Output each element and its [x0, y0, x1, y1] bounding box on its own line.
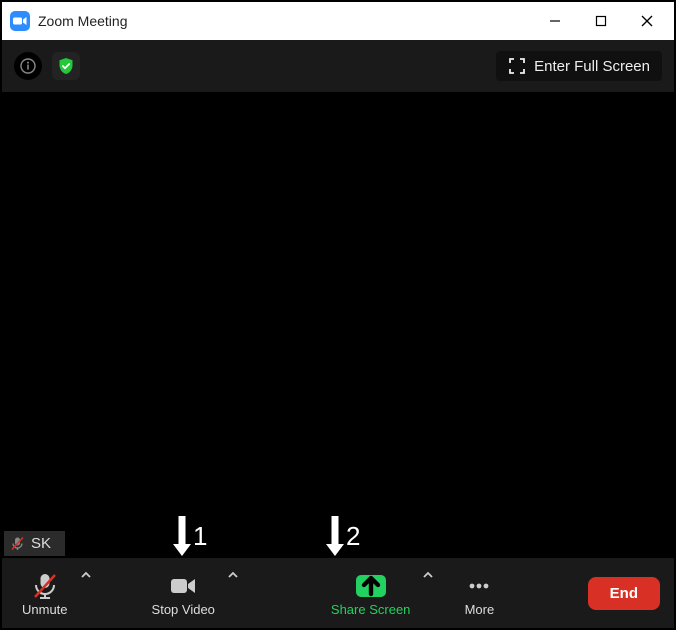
chevron-up-icon [422, 570, 434, 580]
video-options-caret[interactable] [221, 570, 245, 580]
share-screen-icon [356, 570, 386, 602]
chevron-up-icon [227, 570, 239, 580]
fullscreen-icon [508, 57, 526, 75]
muted-mic-icon [10, 536, 25, 551]
meeting-info-bar: Enter Full Screen [2, 40, 674, 92]
share-screen-button[interactable]: Share Screen [325, 568, 417, 619]
chevron-up-icon [80, 570, 92, 580]
stop-video-label: Stop Video [152, 602, 215, 617]
video-camera-icon [168, 570, 198, 602]
encryption-shield-icon[interactable] [52, 52, 80, 80]
annotation-label-2: 2 [346, 521, 360, 552]
share-options-caret[interactable] [416, 570, 440, 580]
more-dots-icon [464, 570, 494, 602]
participant-label: SK [4, 531, 65, 556]
end-label: End [610, 585, 638, 602]
meeting-toolbar: Unmute Stop Video Share Screen More End [2, 558, 674, 628]
window-close-button[interactable] [624, 2, 670, 40]
microphone-muted-icon [30, 570, 60, 602]
annotation-arrow-1: 1 [171, 514, 207, 558]
enter-fullscreen-button[interactable]: Enter Full Screen [496, 51, 662, 81]
window-title: Zoom Meeting [38, 13, 532, 29]
window-minimize-button[interactable] [532, 2, 578, 40]
participant-initials: SK [31, 535, 51, 552]
fullscreen-label: Enter Full Screen [534, 58, 650, 75]
annotation-arrow-2: 2 [324, 514, 360, 558]
zoom-app-icon [10, 11, 30, 31]
more-label: More [465, 602, 495, 617]
end-meeting-button[interactable]: End [588, 577, 660, 610]
audio-options-caret[interactable] [74, 570, 98, 580]
meeting-info-button[interactable] [14, 52, 42, 80]
window-maximize-button[interactable] [578, 2, 624, 40]
more-button[interactable]: More [458, 568, 500, 619]
window-titlebar: Zoom Meeting [2, 2, 674, 40]
stop-video-button[interactable]: Stop Video [146, 568, 221, 619]
unmute-label: Unmute [22, 602, 68, 617]
window-controls [532, 2, 670, 40]
annotation-label-1: 1 [193, 521, 207, 552]
share-screen-label: Share Screen [331, 602, 411, 617]
unmute-button[interactable]: Unmute [16, 568, 74, 619]
video-area: SK 1 2 [2, 92, 674, 558]
